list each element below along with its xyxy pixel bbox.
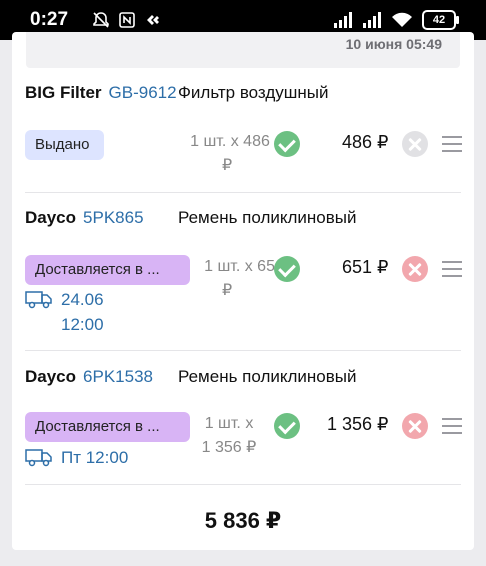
delivery-date: 24.06 12:00 — [61, 287, 104, 337]
total-divider — [25, 484, 461, 485]
delivery-time-line: 12:00 — [61, 315, 104, 334]
item-title: Dayco 5PK865 — [25, 206, 144, 230]
order-card: 10 июня 05:49 BIG Filter GB-9612 Фильтр … — [12, 32, 474, 550]
status-left-icons — [92, 11, 162, 29]
delivery-date-line: Пт 12:00 — [61, 448, 129, 467]
item-brand: Dayco — [25, 367, 77, 386]
signal-icon — [363, 12, 381, 28]
item-description: Ремень поликлиновый — [178, 208, 357, 227]
delivery-date: Пт 12:00 — [61, 445, 128, 470]
item-brand: BIG Filter — [25, 83, 102, 102]
quantity-currency: ₽ — [222, 282, 233, 299]
order-date: 10 июня 05:49 — [345, 36, 442, 52]
item-article-link[interactable]: GB-9612 — [109, 83, 177, 103]
truck-icon — [25, 449, 52, 467]
drag-handle-icon[interactable] — [442, 261, 462, 277]
check-icon — [274, 413, 300, 439]
status-badge: Выдано — [25, 130, 104, 160]
signal-icon — [334, 12, 352, 28]
remove-item-button[interactable] — [402, 131, 428, 157]
status-time: 0:27 — [30, 9, 69, 30]
order-item: Dayco 5PK865 Ремень поликлиновый Доставл… — [12, 206, 474, 356]
quantity-currency: 1 356 ₽ — [201, 439, 257, 456]
order-total: 5 836 ₽ — [204, 508, 282, 533]
item-price: 486 ₽ — [342, 132, 389, 152]
remove-item-button[interactable] — [402, 256, 428, 282]
item-quantity: 1 шт. х 1 356 ₽ — [194, 412, 264, 460]
battery-icon: 42 — [422, 10, 459, 30]
order-item: Dayco 6PK1538 Ремень поликлиновый Достав… — [12, 365, 474, 495]
truck-icon — [25, 291, 52, 309]
status-right-icons: 42 — [333, 10, 459, 30]
item-brand: Dayco — [25, 208, 77, 227]
item-article-link[interactable]: 5PK865 — [83, 208, 144, 228]
app-icon — [147, 15, 159, 25]
item-description: Ремень поликлиновый — [178, 367, 357, 386]
bell-mute-icon — [93, 12, 109, 28]
order-header-strip: 10 июня 05:49 — [26, 32, 460, 68]
item-title: Dayco 6PK1538 — [25, 365, 153, 389]
quantity-line: 1 шт. х 486 — [190, 133, 270, 150]
check-icon — [274, 256, 300, 282]
status-badge: Доставляется в ... — [25, 412, 190, 442]
remove-item-button[interactable] — [402, 413, 428, 439]
delivery-date-line: 24.06 — [61, 290, 104, 309]
wifi-icon — [392, 12, 412, 27]
quantity-currency: ₽ — [222, 157, 233, 174]
item-divider — [25, 350, 461, 351]
item-divider — [25, 192, 461, 193]
item-title: BIG Filter GB-9612 — [25, 81, 177, 105]
nfc-icon — [119, 12, 135, 28]
order-item: BIG Filter GB-9612 Фильтр воздушный Выда… — [12, 81, 474, 191]
item-article-link[interactable]: 6PK1538 — [83, 367, 153, 387]
check-icon — [274, 131, 300, 157]
item-price: 1 356 ₽ — [327, 414, 389, 434]
item-price: 651 ₽ — [342, 257, 389, 277]
drag-handle-icon[interactable] — [442, 418, 462, 434]
quantity-line: 1 шт. х — [204, 415, 254, 432]
item-description: Фильтр воздушный — [178, 83, 329, 102]
status-badge: Доставляется в ... — [25, 255, 190, 285]
drag-handle-icon[interactable] — [442, 136, 462, 152]
item-quantity: 1 шт. х 486 ₽ — [182, 130, 278, 178]
